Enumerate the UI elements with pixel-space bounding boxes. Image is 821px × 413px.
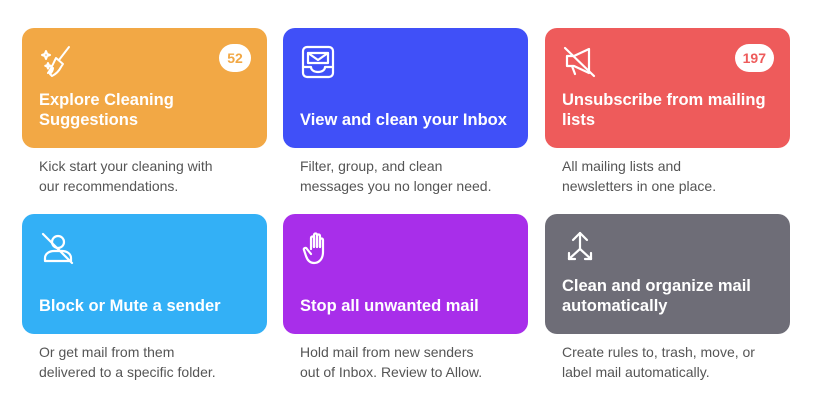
tile-title: Block or Mute a sender [39, 297, 221, 315]
description-line: messages you no longer need. [300, 178, 492, 194]
tile-stop-unwanted-mail[interactable]: Stop all unwanted mail [283, 214, 528, 334]
description-line: out of Inbox. Review to Allow. [300, 364, 483, 380]
tile-description: Kick start your cleaning with our recomm… [22, 156, 267, 196]
tile-title: Stop all unwanted mail [300, 297, 479, 315]
tile-description: All mailing lists and newsletters in one… [545, 156, 790, 196]
megaphone-off-icon [561, 43, 599, 81]
description-line: our recommendations. [39, 178, 179, 194]
tile-unsubscribe[interactable]: 197 Unsubscribe from mailing lists [545, 28, 790, 148]
tile-description: Or get mail from them delivered to a spe… [22, 342, 267, 382]
feature-grid: 52 Explore Cleaning Suggestions Kick sta… [0, 0, 821, 413]
description-line: Create rules to, trash, move, or [562, 344, 755, 360]
description-line: label mail automatically. [562, 364, 710, 380]
person-off-icon [38, 229, 76, 267]
description-line: Or get mail from them [39, 344, 175, 360]
tile-title: Clean and organize mail automatically [562, 277, 751, 315]
tile-description: Hold mail from new senders out of Inbox.… [283, 342, 528, 382]
tile-title: Explore Cleaning Suggestions [39, 91, 174, 129]
suggestions-count-badge: 52 [219, 44, 251, 72]
inbox-envelope-icon [299, 43, 337, 81]
tile-block-mute-sender[interactable]: Block or Mute a sender [22, 214, 267, 334]
tile-description: Filter, group, and clean messages you no… [283, 156, 528, 196]
tile-cleaning-suggestions[interactable]: 52 Explore Cleaning Suggestions [22, 28, 267, 148]
tile-description: Create rules to, trash, move, or label m… [545, 342, 790, 382]
description-line: Kick start your cleaning with [39, 158, 213, 174]
description-line: Hold mail from new senders [300, 344, 474, 360]
tile-title: View and clean your Inbox [300, 111, 507, 129]
mailing-lists-count-badge: 197 [734, 44, 774, 72]
tile-view-inbox[interactable]: View and clean your Inbox [283, 28, 528, 148]
hand-stop-icon [299, 229, 337, 267]
tile-title: Unsubscribe from mailing lists [562, 91, 766, 129]
description-line: All mailing lists and [562, 158, 682, 174]
tile-clean-organize-automatically[interactable]: Clean and organize mail automatically [545, 214, 790, 334]
description-line: delivered to a specific folder. [39, 364, 216, 380]
description-line: newsletters in one place. [562, 178, 717, 194]
arrows-split-icon [561, 229, 599, 267]
sparkle-broom-icon [38, 43, 76, 81]
description-line: Filter, group, and clean [300, 158, 443, 174]
